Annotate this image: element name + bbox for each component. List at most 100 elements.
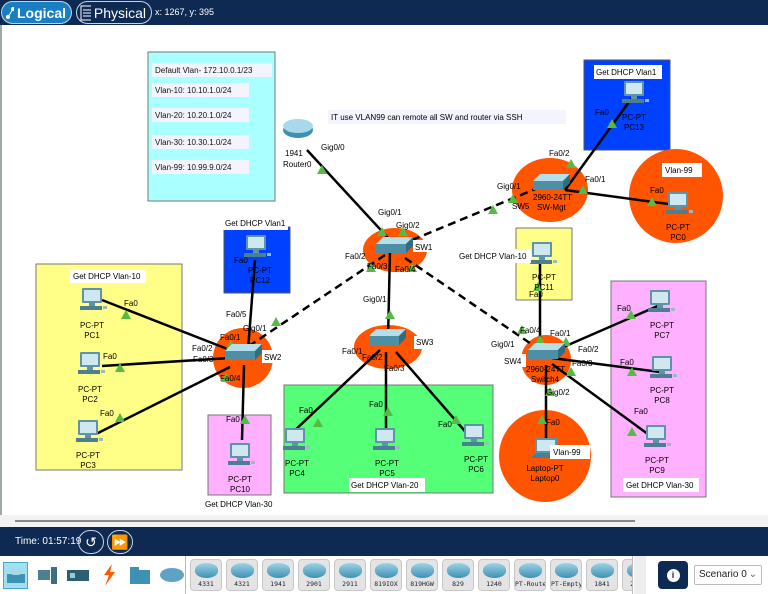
device-2901[interactable]: 2901 <box>298 559 330 591</box>
svg-text:SW5: SW5 <box>512 202 530 211</box>
device-4321[interactable]: 4321 <box>226 559 258 591</box>
svg-text:Fa0: Fa0 <box>595 108 609 117</box>
simulation-time: Time: 01:57:19 <box>15 536 82 547</box>
svg-text:Fa0: Fa0 <box>620 358 634 367</box>
multiuser-icon[interactable] <box>159 562 185 589</box>
device-819iox[interactable]: 819IOX <box>370 559 402 591</box>
svg-text:Fa0/1: Fa0/1 <box>550 329 571 338</box>
svg-text:Fa0/5: Fa0/5 <box>226 310 247 319</box>
svg-text:Fa0: Fa0 <box>299 406 313 415</box>
device-829[interactable]: 829 <box>442 559 474 591</box>
svg-text:PC9: PC9 <box>649 466 665 475</box>
device-pt-router[interactable]: PT-Router <box>514 559 546 591</box>
svg-text:Fa0: Fa0 <box>634 407 648 416</box>
svg-text:Fa0/4: Fa0/4 <box>395 265 416 274</box>
svg-text:Fa0/2: Fa0/2 <box>578 345 599 354</box>
svg-text:Fa0: Fa0 <box>438 420 452 429</box>
svg-text:Gig0/1: Gig0/1 <box>363 295 387 304</box>
svg-text:Fa0/4: Fa0/4 <box>220 374 241 383</box>
svg-text:Fa0: Fa0 <box>369 400 383 409</box>
logical-view-button[interactable]: Logical <box>1 1 72 24</box>
ssh-note: IT use VLAN99 can remote all SW and rout… <box>331 113 523 122</box>
svg-text:Laptop-PT: Laptop-PT <box>526 464 563 473</box>
svg-text:Fa0/2: Fa0/2 <box>362 353 383 362</box>
physical-label: Physical <box>93 4 146 21</box>
svg-text:Fa0/2: Fa0/2 <box>345 252 366 261</box>
svg-text:Fa0: Fa0 <box>234 256 248 265</box>
horizontal-scrollbar[interactable] <box>0 515 768 527</box>
scrollbar-track[interactable] <box>15 520 635 522</box>
svg-text:Fa0/3: Fa0/3 <box>193 355 214 364</box>
scenario-select[interactable]: Scenario 0 ⌄ <box>694 565 762 585</box>
label-vlan10-left: Get DHCP Vlan-10 <box>73 272 141 281</box>
device-pt-empty[interactable]: PT-Empty <box>550 559 582 591</box>
svg-text:PC-PT: PC-PT <box>80 321 104 330</box>
svg-text:Fa0/4: Fa0/4 <box>520 326 541 335</box>
logical-workspace[interactable]: Default Vlan- 172.10.0.1/23 Vlan-10: 10.… <box>0 25 768 515</box>
svg-text:PC-PT: PC-PT <box>666 223 690 232</box>
switch-sw1[interactable]: SW1 <box>376 237 433 253</box>
device-1240[interactable]: 1240 <box>478 559 510 591</box>
fast-forward-button[interactable]: ⏩ <box>107 530 133 554</box>
svg-text:Gig0/1: Gig0/1 <box>243 324 267 333</box>
svg-text:Switch4: Switch4 <box>531 375 560 384</box>
svg-text:PC10: PC10 <box>230 485 251 494</box>
label-vlan30-right: Get DHCP Vlan-30 <box>626 481 694 490</box>
time-bar: Time: 01:57:19 ↺ ⏩ <box>0 527 768 556</box>
svg-text:SW3: SW3 <box>416 338 434 347</box>
svg-text:Fa0: Fa0 <box>617 304 631 313</box>
topology-canvas[interactable]: Default Vlan- 172.10.0.1/23 Vlan-10: 10.… <box>0 25 768 515</box>
svg-text:PC2: PC2 <box>82 395 98 404</box>
svg-text:PC-PT: PC-PT <box>248 266 272 275</box>
miscellaneous-icon[interactable] <box>128 562 153 589</box>
vlan-info-10: Vlan-10: 10.10.1.0/24 <box>155 86 232 95</box>
svg-text:Fa0: Fa0 <box>100 409 114 418</box>
vlan10-area-left <box>35 263 183 471</box>
device-2620[interactable]: 2620 <box>622 559 632 591</box>
physical-view-button[interactable]: Physical <box>76 1 152 24</box>
svg-text:2960-24TT: 2960-24TT <box>526 365 565 374</box>
label-vlan10-pc11: Get DHCP Vlan-10 <box>459 252 527 261</box>
svg-text:Fa0/1: Fa0/1 <box>585 175 606 184</box>
connections-icon[interactable] <box>97 562 122 589</box>
router0[interactable]: 1941 Router0 <box>283 119 313 169</box>
svg-text:Fa0/1: Fa0/1 <box>220 333 241 342</box>
scenario-value: Scenario 0 <box>699 569 747 580</box>
label-vlan20: Get DHCP Vlan-20 <box>351 481 419 490</box>
vlan-info-30: Vlan-30: 10.30.1.0/24 <box>155 138 232 147</box>
device-categories <box>0 556 186 594</box>
cursor-coordinates: x: 1267, y: 395 <box>155 7 215 17</box>
svg-text:PC-PT: PC-PT <box>532 273 556 282</box>
svg-text:PC8: PC8 <box>654 396 670 405</box>
reset-time-button[interactable]: ↺ <box>78 530 104 554</box>
info-button[interactable]: i <box>658 561 688 589</box>
svg-text:Router0: Router0 <box>283 160 312 169</box>
svg-text:Fa0/3: Fa0/3 <box>367 262 388 271</box>
components-icon[interactable] <box>65 562 90 589</box>
network-devices-icon[interactable] <box>3 561 29 589</box>
device-2911[interactable]: 2911 <box>334 559 366 591</box>
reset-icon: ↺ <box>85 533 97 550</box>
end-devices-icon[interactable] <box>34 562 59 589</box>
svg-text:PC13: PC13 <box>624 123 645 132</box>
svg-text:PC-PT: PC-PT <box>622 113 646 122</box>
svg-text:Gig0/1: Gig0/1 <box>491 340 515 349</box>
svg-text:Gig0/1: Gig0/1 <box>497 182 521 191</box>
svg-text:Laptop0: Laptop0 <box>531 474 560 483</box>
svg-text:SW1: SW1 <box>415 243 433 252</box>
device-1841[interactable]: 1841 <box>586 559 618 591</box>
svg-text:Fa0: Fa0 <box>650 186 664 195</box>
svg-text:Gig0/1: Gig0/1 <box>378 208 402 217</box>
device-palette: 4331 4321 1941 2901 2911 819IOX 819HGW 8… <box>0 556 768 594</box>
device-1941[interactable]: 1941 <box>262 559 294 591</box>
svg-text:1941: 1941 <box>285 149 303 158</box>
svg-text:PC6: PC6 <box>468 465 484 474</box>
device-4331[interactable]: 4331 <box>190 559 222 591</box>
svg-text:PC-PT: PC-PT <box>645 456 669 465</box>
svg-text:PC12: PC12 <box>250 276 271 285</box>
palette-scrollbar[interactable] <box>634 556 646 594</box>
chevron-down-icon: ⌄ <box>748 569 757 580</box>
label-vlan99-laptop: Vlan-99 <box>553 448 581 457</box>
device-819hgw[interactable]: 819HGW <box>406 559 438 591</box>
logical-label: Logical <box>16 4 66 21</box>
